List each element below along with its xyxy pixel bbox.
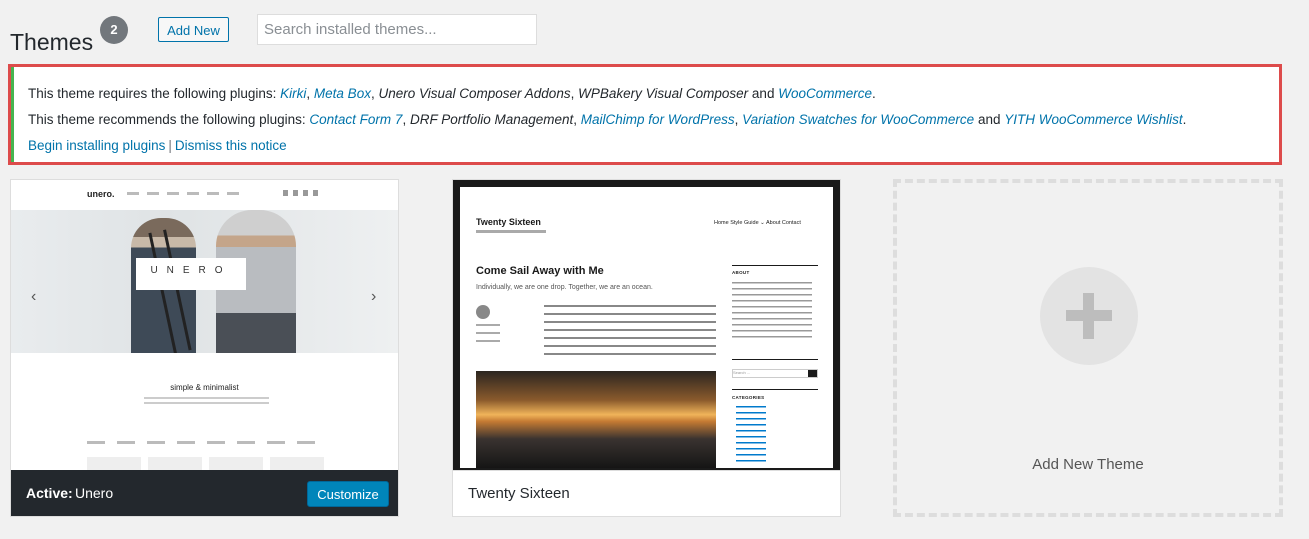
yith-wishlist-link[interactable]: YITH WooCommerce Wishlist — [1004, 112, 1182, 127]
plugin-notice: This theme requires the following plugin… — [8, 64, 1282, 165]
sidebar-about-heading: ABOUT — [732, 270, 750, 275]
post-body-text — [544, 305, 716, 361]
active-theme-footer: Active: Unero Customize — [11, 470, 398, 516]
page-title: Themes — [10, 29, 94, 56]
sidebar-rule — [732, 265, 818, 266]
theme-footer-twenty-sixteen: Twenty Sixteen — [453, 470, 840, 516]
screenshot-tagline-text — [144, 397, 269, 406]
screenshot-logo: unero. — [87, 189, 115, 199]
screenshot-header-icons — [283, 190, 323, 196]
theme-card-twenty-sixteen[interactable]: Twenty Sixteen Home Style Guide ⌄ About … — [452, 179, 841, 517]
screenshot-products — [87, 457, 325, 470]
sidebar-rule — [732, 359, 818, 360]
active-label: Active: — [26, 485, 73, 501]
sidebar-about-text — [732, 282, 812, 338]
add-new-theme-card[interactable]: Add New Theme — [893, 179, 1283, 517]
woocommerce-link[interactable]: WooCommerce — [778, 86, 872, 101]
add-new-theme-label: Add New Theme — [1032, 456, 1144, 473]
contact-form-7-link[interactable]: Contact Form 7 — [309, 112, 402, 127]
author-avatar — [476, 305, 490, 319]
theme-card-unero[interactable]: unero. UNERO ‹ › simple & minimalist Act… — [10, 179, 399, 517]
theme-screenshot-twenty-sixteen[interactable]: Twenty Sixteen Home Style Guide ⌄ About … — [453, 180, 840, 470]
theme-screenshot-unero[interactable]: unero. UNERO ‹ › simple & minimalist — [11, 180, 398, 470]
sidebar-search: Search ... — [732, 369, 818, 378]
screenshot-post-title: Come Sail Away with Me — [476, 265, 604, 277]
mailchimp-link[interactable]: MailChimp for WordPress — [581, 112, 735, 127]
sidebar-categories-list — [736, 406, 766, 466]
sunset-image — [476, 371, 716, 468]
chevron-right-icon: › — [371, 288, 377, 305]
kirki-link[interactable]: Kirki — [280, 86, 306, 101]
screenshot-product-filters — [87, 441, 327, 444]
recommended-plugins-line: This theme recommends the following plug… — [28, 112, 1187, 127]
search-icon — [808, 370, 817, 377]
chevron-left-icon: ‹ — [31, 288, 37, 305]
notice-accent-bar — [11, 67, 14, 162]
notice-actions: Begin installing plugins | Dismiss this no… — [28, 138, 287, 153]
screenshot-hero-image: UNERO ‹ › — [11, 210, 398, 353]
dismiss-notice-link[interactable]: Dismiss this notice — [175, 138, 287, 153]
begin-installing-link[interactable]: Begin installing plugins — [28, 138, 165, 153]
theme-name: Twenty Sixteen — [468, 485, 570, 502]
post-meta — [476, 324, 500, 346]
screenshot-nav: unero. — [11, 180, 398, 210]
customize-button[interactable]: Customize — [307, 481, 389, 507]
add-new-button[interactable]: Add New — [158, 17, 229, 42]
plus-icon — [1040, 267, 1138, 365]
meta-box-link[interactable]: Meta Box — [314, 86, 371, 101]
screenshot-tagline: simple & minimalist — [170, 383, 239, 392]
screenshot-page: Twenty Sixteen Home Style Guide ⌄ About … — [460, 187, 833, 468]
hero-brand-box: UNERO — [136, 258, 246, 290]
screenshot-site-description — [476, 230, 546, 233]
active-theme-name: Unero — [75, 485, 114, 501]
theme-count-badge: 2 — [100, 16, 128, 44]
sidebar-rule — [732, 389, 818, 390]
screenshot-sidebar: ABOUT Search ... CATEGORIES — [732, 265, 818, 466]
screenshot-post-excerpt: Individually, we are one drop. Together,… — [476, 284, 653, 291]
screenshot-site-title: Twenty Sixteen — [476, 217, 541, 227]
screenshot-menu — [127, 192, 247, 195]
sidebar-categories-heading: CATEGORIES — [732, 395, 765, 400]
search-themes-input[interactable] — [257, 14, 537, 45]
variation-swatches-link[interactable]: Variation Swatches for WooCommerce — [742, 112, 974, 127]
required-plugins-line: This theme requires the following plugin… — [28, 86, 876, 101]
screenshot-nav: Home Style Guide ⌄ About Contact — [714, 220, 801, 226]
